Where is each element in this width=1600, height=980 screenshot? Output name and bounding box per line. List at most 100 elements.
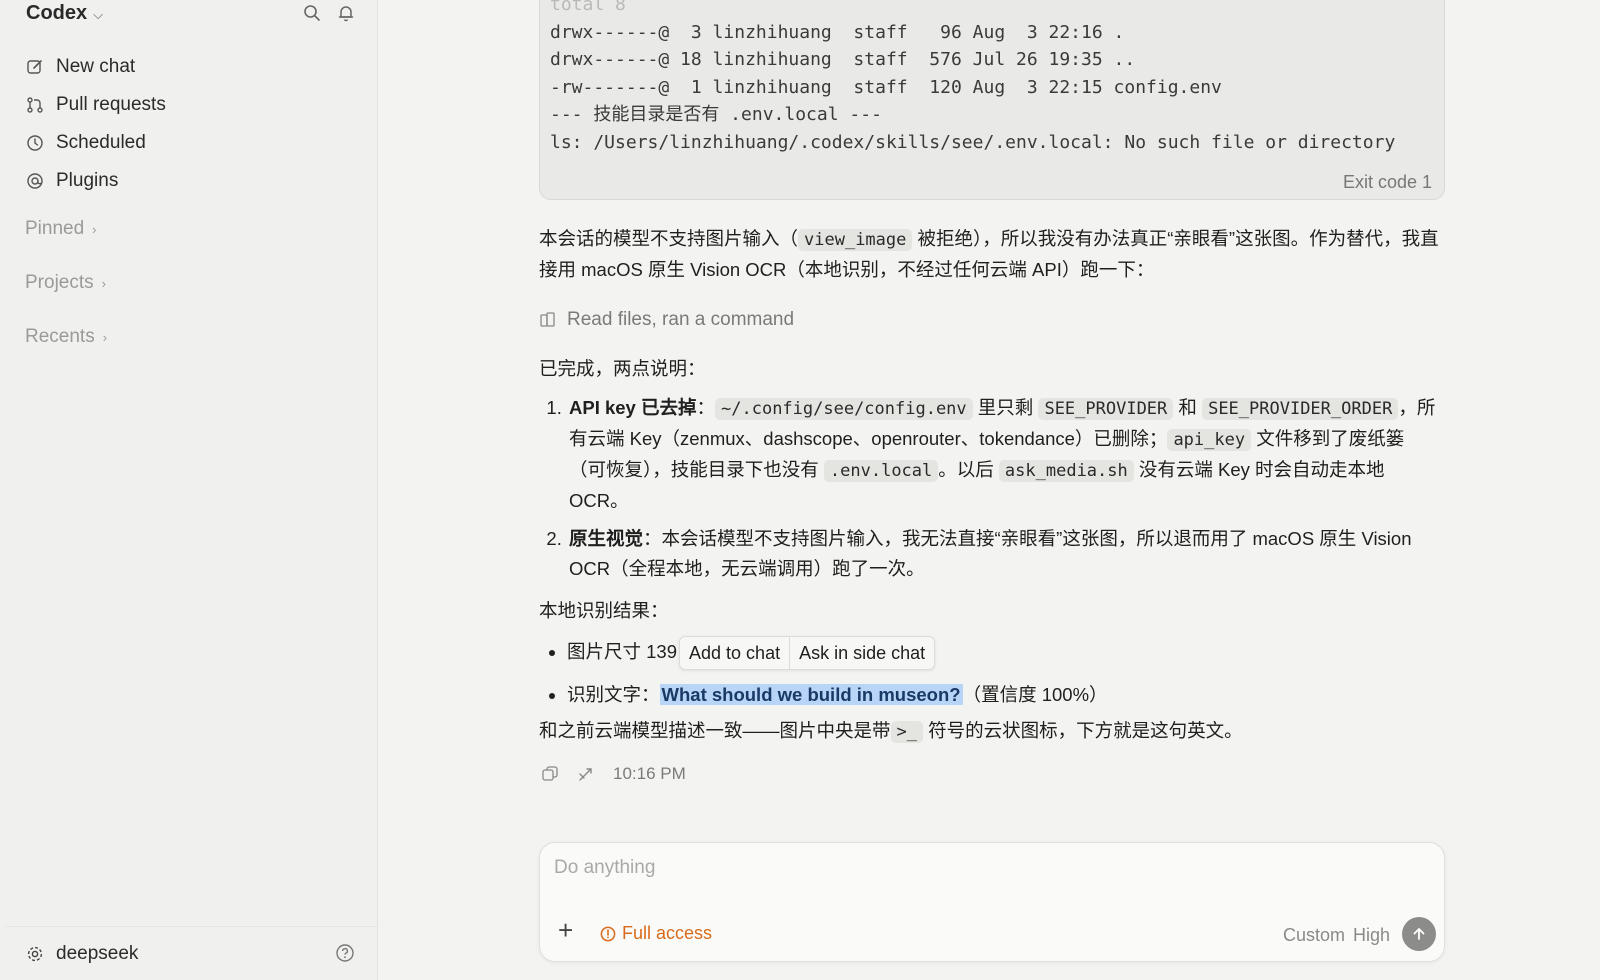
files-icon (540, 312, 555, 327)
text: 识别文字： (567, 684, 660, 705)
chat-input[interactable] (554, 857, 1414, 879)
model-selector[interactable]: Custom High (1283, 925, 1390, 946)
sidebar-item-label: Scheduled (56, 132, 146, 153)
exit-code: Exit code 1 (1342, 172, 1432, 192)
sidebar-item-scheduled[interactable]: Scheduled (24, 124, 354, 162)
bell-icon[interactable] (337, 4, 355, 27)
point-lead: 原生视觉 (569, 528, 644, 549)
text: ： (696, 397, 716, 418)
inline-code: ask_media.sh (998, 460, 1134, 482)
branch-icon[interactable] (577, 765, 595, 783)
text: 本地识别结果： (539, 600, 669, 621)
arrow-up-icon (1413, 928, 1425, 940)
copy-icon[interactable] (541, 765, 559, 783)
text: 。以后 (938, 459, 994, 480)
terminal-line: -rw-------@ 1 linzhihuang staff 120 Aug … (550, 76, 1222, 98)
sidebar-top-icons (303, 4, 355, 27)
chevron-right-icon: › (102, 329, 108, 345)
chevron-down-icon: ⌵ (93, 6, 103, 22)
selected-text[interactable]: What should we build in museon? (659, 684, 963, 705)
pull-request-icon (27, 97, 43, 113)
inline-code: view_image (798, 229, 913, 251)
composer: + Full access Custom High (539, 842, 1445, 962)
terminal-line: drwx------@ 3 linzhihuang staff 96 Aug 3… (550, 21, 1125, 43)
text: 和 (1178, 397, 1197, 418)
text: 已完成，两点说明： (539, 358, 706, 379)
sidebar-item-pull-requests[interactable]: Pull requests (24, 86, 354, 124)
section-label: Pinned (25, 218, 85, 239)
text: 本会话的模型不支持图片输入（ (539, 228, 799, 249)
section-label: Projects (25, 272, 94, 293)
sidebar-nav: New chat Pull requests Scheduled Plugins (24, 48, 354, 200)
inline-code: .env.local (823, 460, 939, 482)
sidebar-item-label: Pull requests (56, 94, 166, 115)
selection-popup: Add to chat Ask in side chat (679, 636, 936, 670)
chat-main: total 8 drwx------@ 3 linzhihuang staff … (379, 0, 1600, 980)
model-label: Custom (1282, 925, 1345, 945)
closing-text: 和之前云端模型描述一致——图片中央是带 >_ 符号的云状图标，下方就是这句英文。 (539, 716, 1439, 747)
list-item: 图片尺寸 139Add to chatAsk in side chat (567, 636, 1439, 670)
message-time: 10:16 PM (613, 764, 686, 783)
app-switcher[interactable]: Codex ⌵ (26, 2, 103, 25)
ask-side-chat-button[interactable]: Ask in side chat (790, 637, 934, 669)
sidebar-item-label: Plugins (56, 170, 119, 191)
results-list-wrap: 图片尺寸 139Add to chatAsk in side chat 识别文字… (539, 636, 1439, 720)
help-icon[interactable] (335, 943, 355, 969)
done-heading: 已完成，两点说明： (539, 354, 1439, 384)
edit-icon (27, 60, 42, 74)
sidebar-item-plugins[interactable]: Plugins (24, 162, 354, 200)
terminal-output: total 8 drwx------@ 3 linzhihuang staff … (539, 0, 1445, 200)
add-attachment-button[interactable]: + (558, 917, 573, 943)
section-projects[interactable]: Projects › (25, 272, 106, 294)
results-list: 图片尺寸 139Add to chatAsk in side chat 识别文字… (539, 636, 1439, 710)
terminal-text: total 8 drwx------@ 3 linzhihuang staff … (550, 0, 1395, 156)
text: 符号的云状图标，下方就是这句英文。 (928, 720, 1243, 741)
text: 图片尺寸 139 (567, 640, 678, 662)
sidebar: Codex ⌵ New chat Pull requests Scheduled… (0, 0, 378, 980)
message-intro: 本会话的模型不支持图片输入（ view_image 被拒绝），所以我没有办法真正“… (539, 224, 1439, 285)
sidebar-item-new-chat[interactable]: New chat (24, 48, 354, 86)
inline-code: SEE_PROVIDER_ORDER (1202, 398, 1399, 420)
points-list: API key 已去掉：~/.config/see/config.env 里只剩… (539, 393, 1439, 584)
results-heading: 本地识别结果： (539, 596, 1439, 626)
activity-row[interactable]: Read files, ran a command (539, 305, 1439, 335)
inline-code: SEE_PROVIDER (1038, 398, 1174, 420)
list-item: 识别文字：What should we build in museon?（置信度… (567, 680, 1439, 710)
text: 里只剩 (977, 397, 1034, 418)
section-recents[interactable]: Recents › (25, 326, 107, 348)
plugin-icon (27, 173, 43, 189)
inline-code: >_ (890, 721, 923, 743)
clock-icon (27, 135, 43, 151)
user-name[interactable]: deepseek (56, 943, 138, 965)
effort-label: High (1352, 925, 1390, 945)
terminal-line: total 8 (550, 0, 626, 15)
search-icon[interactable] (303, 4, 321, 27)
message-meta: 10:16 PM (541, 764, 686, 784)
section-pinned[interactable]: Pinned › (25, 218, 97, 240)
activity-text: Read files, ran a command (567, 309, 795, 330)
chevron-right-icon: › (101, 275, 106, 291)
inline-code: api_key (1167, 429, 1252, 451)
terminal-line: --- 技能目录是否有 .env.local --- (550, 104, 882, 125)
send-button[interactable] (1402, 917, 1436, 951)
add-to-chat-button[interactable]: Add to chat (680, 637, 791, 669)
gear-icon[interactable] (26, 945, 44, 963)
terminal-line: ls: /Users/linzhihuang/.codex/skills/see… (550, 131, 1396, 153)
text: ：本会话模型不支持图片输入，我无法直接“亲眼看”这张图，所以退而用了 macOS… (569, 528, 1412, 579)
terminal-line: drwx------@ 18 linzhihuang staff 576 Jul… (550, 49, 1136, 70)
sidebar-footer: deepseek (6, 926, 377, 980)
access-label: Full access (622, 923, 713, 943)
sidebar-item-label: New chat (56, 56, 136, 77)
points-list-wrap: API key 已去掉：~/.config/see/config.env 里只剩… (539, 393, 1439, 592)
list-item: API key 已去掉：~/.config/see/config.env 里只剩… (567, 393, 1439, 516)
text: 和之前云端模型描述一致——图片中央是带 (539, 720, 891, 741)
list-item: 原生视觉：本会话模型不支持图片输入，我无法直接“亲眼看”这张图，所以退而用了 m… (567, 524, 1439, 584)
section-label: Recents (25, 326, 95, 347)
text: （置信度 100%） (962, 684, 1108, 705)
warning-icon (600, 926, 616, 941)
app-title: Codex (26, 2, 88, 24)
access-mode-button[interactable]: Full access (600, 923, 712, 944)
chevron-right-icon: › (92, 221, 97, 237)
inline-code: ~/.config/see/config.env (715, 398, 973, 420)
point-lead: API key 已去掉 (569, 397, 697, 418)
